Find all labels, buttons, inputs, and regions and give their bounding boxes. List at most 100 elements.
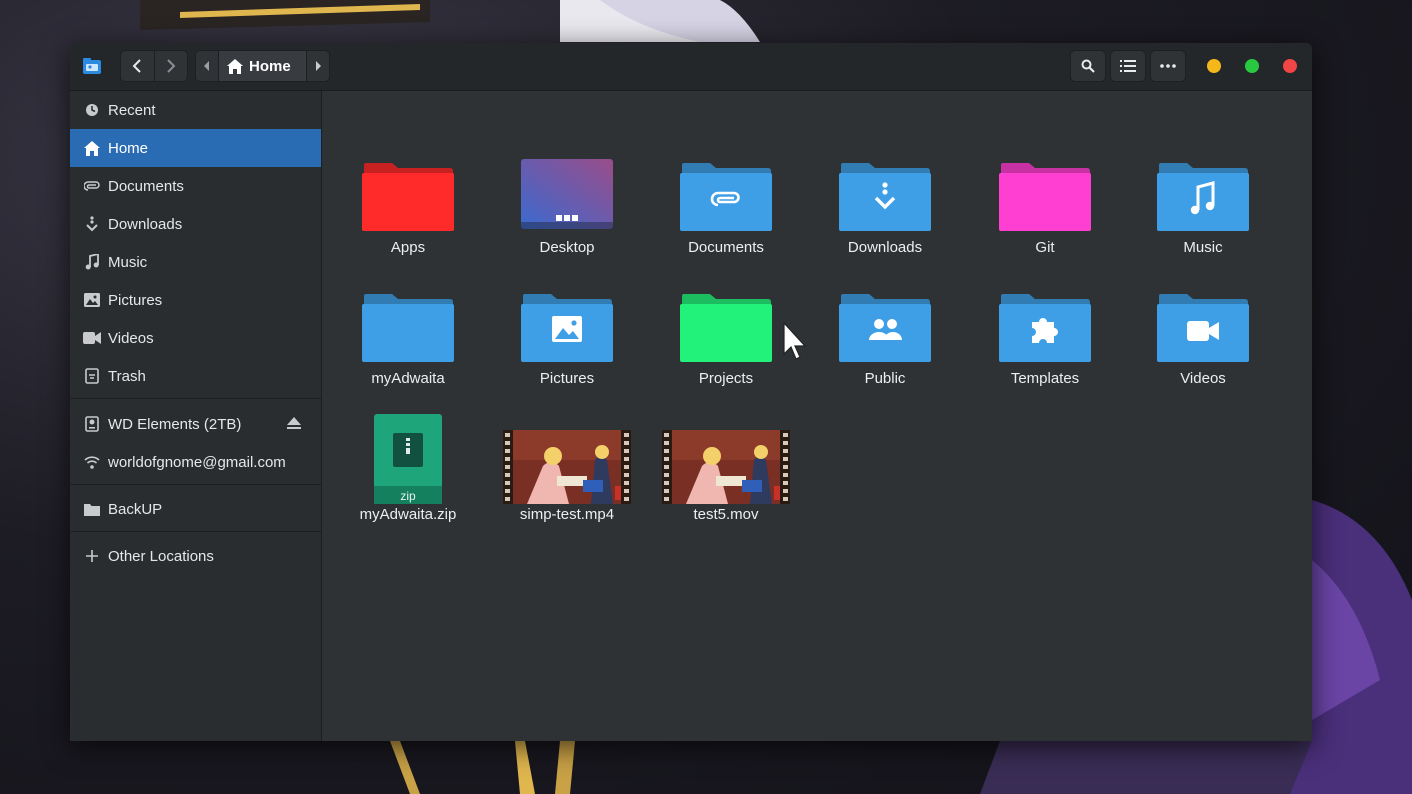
sidebar-item-recent[interactable]: Recent [70, 91, 321, 129]
file-item-label: Videos [1180, 370, 1226, 387]
sidebar-separator [70, 398, 321, 399]
folder-icon [521, 294, 613, 362]
path-bar: Home [195, 50, 330, 82]
sidebar-item-label: WD Elements (2TB) [108, 415, 242, 433]
file-item-downloads[interactable]: Downloads [815, 153, 955, 256]
file-manager-window: Home Recent Home Documents Downloads Mus… [70, 43, 1312, 741]
sidebar: Recent Home Documents Downloads Music Pi… [70, 91, 322, 741]
file-item-label: Documents [688, 239, 764, 256]
file-item-videos[interactable]: Videos [1133, 284, 1273, 387]
file-item-myadwaita[interactable]: myAdwaita [338, 284, 478, 387]
sidebar-item-label: Documents [108, 177, 184, 195]
eject-icon[interactable] [287, 417, 301, 429]
path-crumb-home[interactable]: Home [218, 51, 307, 81]
folder-icon [1157, 163, 1249, 231]
file-item-myadwaita-zip[interactable]: zip myAdwaita.zip [338, 414, 478, 523]
zip-archive-icon: zip [374, 414, 442, 504]
search-button[interactable] [1070, 50, 1106, 82]
close-button[interactable] [1283, 59, 1297, 73]
path-scroll-left-button[interactable] [196, 51, 218, 81]
file-item-label: myAdwaita [371, 370, 445, 387]
sidebar-item-documents[interactable]: Documents [70, 167, 321, 205]
sidebar-item-pictures[interactable]: Pictures [70, 281, 321, 319]
home-icon [83, 139, 101, 157]
file-item-git[interactable]: Git [975, 153, 1115, 256]
file-item-label: Templates [1010, 370, 1080, 387]
folder-icon [999, 294, 1091, 362]
file-item-apps[interactable]: Apps [338, 153, 478, 256]
sidebar-item-label: worldofgnome@gmail.com [108, 453, 286, 471]
back-icon [132, 59, 141, 73]
view-toggle-button[interactable] [1110, 50, 1146, 82]
sidebar-item-videos[interactable]: Videos [70, 319, 321, 357]
sidebar-item-trash[interactable]: Trash [70, 357, 321, 395]
video-camera-icon [83, 329, 101, 347]
sidebar-item-other-locations[interactable]: Other Locations [70, 537, 321, 575]
sidebar-item-label: Recent [108, 101, 156, 119]
folder-icon [680, 294, 772, 362]
mouse-cursor-icon [783, 322, 807, 360]
navigation-buttons [120, 50, 188, 82]
trash-icon [83, 367, 101, 385]
sidebar-item-music[interactable]: Music [70, 243, 321, 281]
files-app-icon [82, 57, 102, 75]
home-icon [227, 58, 243, 74]
file-item-templates[interactable]: Templates [975, 284, 1115, 387]
file-item-public[interactable]: Public [815, 284, 955, 387]
clock-icon [83, 101, 101, 119]
search-icon [1081, 59, 1095, 73]
sidebar-item-downloads[interactable]: Downloads [70, 205, 321, 243]
folder-icon [362, 163, 454, 231]
music-note-icon [83, 253, 101, 271]
path-left-icon [204, 61, 209, 71]
sidebar-item-label: Pictures [108, 291, 163, 309]
file-item-simp-test-mp4[interactable]: simp-test.mp4 [497, 414, 637, 523]
image-icon [83, 291, 101, 309]
file-item-documents[interactable]: Documents [656, 153, 796, 256]
menu-button[interactable] [1150, 50, 1186, 82]
file-item-label: myAdwaita.zip [359, 506, 457, 523]
file-item-label: Projects [698, 370, 754, 387]
back-button[interactable] [121, 51, 154, 81]
folder-icon [839, 163, 931, 231]
sidebar-item-home[interactable]: Home [70, 129, 321, 167]
folder-icon [680, 163, 772, 231]
file-grid: Apps Desktop Documents Downloads Git Mus… [322, 91, 1312, 741]
folder-icon [1157, 294, 1249, 362]
folder-icon [839, 294, 931, 362]
sidebar-item-label: Music [108, 253, 148, 271]
minimize-button[interactable] [1207, 59, 1221, 73]
folder-icon [999, 163, 1091, 231]
file-item-music[interactable]: Music [1133, 153, 1273, 256]
path-crumb-label: Home [249, 57, 291, 75]
download-icon [83, 215, 101, 233]
menu-icon [1160, 64, 1176, 68]
path-scroll-right-button[interactable] [307, 51, 329, 81]
sidebar-item-label: Downloads [108, 215, 183, 233]
drive-icon [83, 415, 101, 433]
file-item-projects[interactable]: Projects [656, 284, 796, 387]
video-thumbnail-icon [662, 430, 790, 504]
sidebar-item-wd-elements[interactable]: WD Elements (2TB) [70, 405, 321, 443]
file-item-label: Git [1035, 239, 1055, 256]
sidebar-separator [70, 531, 321, 532]
file-item-label: Desktop [539, 239, 595, 256]
paperclip-icon [83, 177, 101, 195]
file-item-test5-mov[interactable]: test5.mov [656, 414, 796, 523]
file-item-label: Downloads [847, 239, 923, 256]
header-bar: Home [70, 43, 1312, 91]
sidebar-item-label: Home [108, 139, 149, 157]
file-item-label: Pictures [539, 370, 595, 387]
sidebar-item-label: BackUP [108, 500, 163, 518]
sidebar-item-label: Videos [108, 329, 154, 347]
forward-button[interactable] [153, 51, 188, 81]
sidebar-separator [70, 484, 321, 485]
sidebar-item-network-account[interactable]: worldofgnome@gmail.com [70, 443, 321, 481]
sidebar-item-backup[interactable]: BackUP [70, 490, 321, 528]
wifi-icon [83, 453, 101, 471]
maximize-button[interactable] [1245, 59, 1259, 73]
path-right-icon [316, 61, 321, 71]
file-item-desktop[interactable]: Desktop [497, 153, 637, 256]
file-item-pictures[interactable]: Pictures [497, 284, 637, 387]
sidebar-item-label: Other Locations [108, 547, 214, 565]
